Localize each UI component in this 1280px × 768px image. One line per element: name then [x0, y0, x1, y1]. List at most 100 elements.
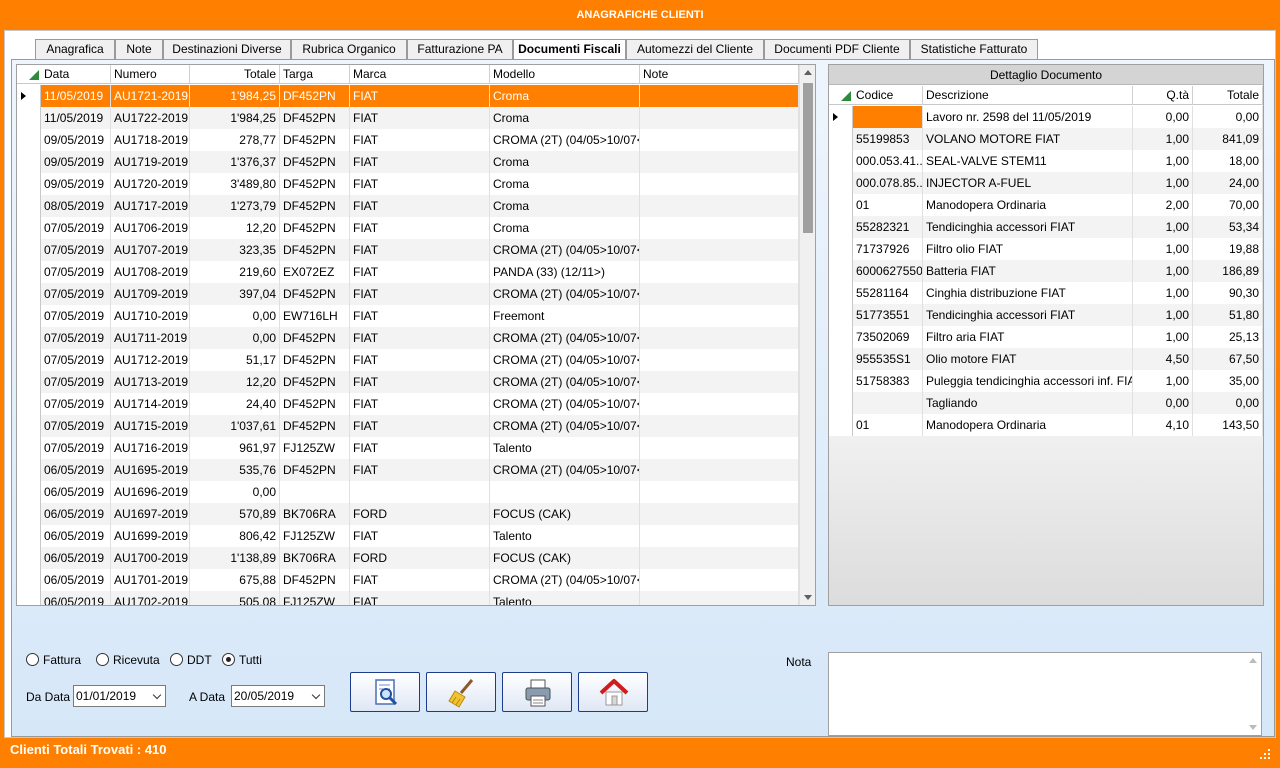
row-header[interactable] — [829, 348, 853, 370]
tab-documenti-fiscali[interactable]: Documenti Fiscali — [513, 39, 626, 60]
row-header[interactable] — [17, 547, 41, 569]
row-header[interactable] — [17, 283, 41, 305]
from-date-picker[interactable]: 01/01/2019 — [73, 685, 166, 707]
table-row[interactable]: 11/05/2019 AU1721-2019 1'984,25 DF452PN FIAT… — [17, 85, 799, 107]
row-header[interactable] — [17, 349, 41, 371]
tab-anagrafica[interactable]: Anagrafica — [35, 39, 115, 59]
row-header[interactable] — [829, 304, 853, 326]
table-row[interactable]: 09/05/2019 AU1720-2019 3'489,80 DF452PN FIAT… — [17, 173, 799, 195]
row-header[interactable] — [17, 371, 41, 393]
row-header[interactable] — [829, 282, 853, 304]
scroll-up-icon[interactable] — [1249, 658, 1257, 663]
table-row[interactable]: 07/05/2019 AU1709-2019 397,04 DF452PN FIAT CR… — [17, 283, 799, 305]
table-row[interactable]: 07/05/2019 AU1707-2019 323,35 DF452PN FIAT CR… — [17, 239, 799, 261]
table-row[interactable]: 06/05/2019 AU1701-2019 675,88 DF452PN FIAT CR… — [17, 569, 799, 591]
table-row[interactable]: 08/05/2019 AU1717-2019 1'273,79 DF452PN FIAT… — [17, 195, 799, 217]
scroll-down-icon[interactable] — [1249, 725, 1257, 730]
table-row[interactable]: 07/05/2019 AU1708-2019 219,60 EX072EZ FIAT PA… — [17, 261, 799, 283]
row-header[interactable] — [17, 327, 41, 349]
table-row[interactable]: 07/05/2019 AU1712-2019 51,17 DF452PN FIAT CRO… — [17, 349, 799, 371]
detail-grid[interactable]: Dettaglio Documento Codice Descrizione Q.t… — [828, 64, 1264, 606]
row-header[interactable] — [17, 85, 41, 107]
row-header[interactable] — [829, 106, 853, 128]
row-header[interactable] — [17, 239, 41, 261]
detail-row[interactable]: 6000627550 Batteria FIAT 1,00 186,89 — [829, 260, 1263, 282]
table-row[interactable]: 06/05/2019 AU1695-2019 535,76 DF452PN FIAT CR… — [17, 459, 799, 481]
clear-button[interactable] — [426, 672, 496, 712]
table-row[interactable]: 07/05/2019 AU1710-2019 0,00 EW716LH FIAT Free… — [17, 305, 799, 327]
table-row[interactable]: 09/05/2019 AU1719-2019 1'376,37 DF452PN FIAT… — [17, 151, 799, 173]
row-header[interactable] — [17, 459, 41, 481]
detail-column-header-1[interactable]: Codice — [853, 86, 923, 105]
detail-row[interactable]: 55282321 Tendicinghia accessori FIAT 1,00 5… — [829, 216, 1263, 238]
detail-row[interactable]: Tagliando 0,00 0,00 — [829, 392, 1263, 414]
radio-ricevuta[interactable]: Ricevuta — [96, 652, 160, 668]
row-header[interactable] — [829, 128, 853, 150]
radio-ddt[interactable]: DDT — [170, 652, 212, 668]
row-header[interactable] — [17, 305, 41, 327]
detail-row[interactable]: 01 Manodopera Ordinaria 2,00 70,00 — [829, 194, 1263, 216]
row-header[interactable] — [829, 260, 853, 282]
scroll-thumb[interactable] — [803, 83, 813, 233]
home-button[interactable] — [578, 672, 648, 712]
table-row[interactable]: 07/05/2019 AU1711-2019 0,00 DF452PN FIAT CROM… — [17, 327, 799, 349]
row-header[interactable] — [17, 591, 41, 605]
table-row[interactable]: 06/05/2019 AU1700-2019 1'138,89 BK706RA FORD… — [17, 547, 799, 569]
table-row[interactable]: 09/05/2019 AU1718-2019 278,77 DF452PN FIAT CR… — [17, 129, 799, 151]
detail-row[interactable]: Lavoro nr. 2598 del 11/05/2019 0,00 0,00 — [829, 106, 1263, 128]
row-header[interactable] — [829, 414, 853, 436]
radio-fattura[interactable]: Fattura — [26, 652, 81, 668]
row-header[interactable] — [829, 172, 853, 194]
tab-destinazioni-diverse[interactable]: Destinazioni Diverse — [163, 39, 291, 59]
nota-textarea[interactable] — [828, 652, 1262, 736]
column-header-marca[interactable]: Marca — [350, 65, 490, 84]
row-header[interactable] — [17, 525, 41, 547]
row-header[interactable] — [829, 194, 853, 216]
radio-tutti[interactable]: Tutti — [222, 652, 262, 668]
table-row[interactable]: 06/05/2019 AU1697-2019 570,89 BK706RA FORD FO… — [17, 503, 799, 525]
row-header[interactable] — [17, 569, 41, 591]
detail-row[interactable]: 01 Manodopera Ordinaria 4,10 143,50 — [829, 414, 1263, 436]
table-row[interactable]: 06/05/2019 AU1702-2019 505,08 FJ125ZW FIAT Ta… — [17, 591, 799, 605]
row-header[interactable] — [829, 392, 853, 414]
table-row[interactable]: 11/05/2019 AU1722-2019 1'984,25 DF452PN FIAT… — [17, 107, 799, 129]
row-header[interactable] — [17, 415, 41, 437]
column-header-numero[interactable]: Numero — [111, 65, 190, 84]
tab-note[interactable]: Note — [115, 39, 163, 59]
scroll-up-icon[interactable] — [804, 70, 812, 75]
radio-button-icon[interactable] — [170, 653, 183, 666]
table-row[interactable]: 06/05/2019 AU1696-2019 0,00 — [17, 481, 799, 503]
chevron-down-icon[interactable] — [152, 690, 162, 700]
detail-row[interactable]: 51773551 Tendicinghia accessori FIAT 1,00 5… — [829, 304, 1263, 326]
detail-row[interactable]: 71737926 Filtro olio FIAT 1,00 19,88 — [829, 238, 1263, 260]
search-button[interactable] — [350, 672, 420, 712]
row-header[interactable] — [17, 129, 41, 151]
detail-row[interactable]: 73502069 Filtro aria FIAT 1,00 25,13 — [829, 326, 1263, 348]
row-header[interactable] — [17, 107, 41, 129]
to-date-picker[interactable]: 20/05/2019 — [231, 685, 325, 707]
row-header[interactable] — [17, 173, 41, 195]
nota-scrollbar[interactable] — [1245, 653, 1261, 735]
table-row[interactable]: 07/05/2019 AU1706-2019 12,20 DF452PN FIAT Cro… — [17, 217, 799, 239]
table-row[interactable]: 07/05/2019 AU1715-2019 1'037,61 DF452PN FIAT… — [17, 415, 799, 437]
column-header-modello[interactable]: Modello — [490, 65, 640, 84]
tab-statistiche-fatturato[interactable]: Statistiche Fatturato — [910, 39, 1038, 59]
row-header[interactable] — [17, 261, 41, 283]
row-header[interactable] — [829, 370, 853, 392]
detail-row[interactable]: 51758383 Puleggia tendicinghia accessori … — [829, 370, 1263, 392]
radio-button-icon[interactable] — [26, 653, 39, 666]
documents-grid[interactable]: Data Numero Totale Targa Marca Modello Note 11… — [16, 64, 816, 606]
detail-row[interactable]: 55199853 VOLANO MOTORE FIAT 1,00 841,09 — [829, 128, 1263, 150]
row-header[interactable] — [17, 195, 41, 217]
detail-column-header-3[interactable]: Q.tà — [1133, 86, 1193, 105]
print-button[interactable] — [502, 672, 572, 712]
resize-grip-icon[interactable] — [1260, 749, 1270, 759]
row-header[interactable] — [829, 326, 853, 348]
column-header-totale[interactable]: Totale — [190, 65, 280, 84]
row-header[interactable] — [829, 216, 853, 238]
detail-row[interactable]: 000.053.41.... SEAL-VALVE STEM11 1,00 18,00 — [829, 150, 1263, 172]
table-row[interactable]: 07/05/2019 AU1714-2019 24,40 DF452PN FIAT CRO… — [17, 393, 799, 415]
detail-column-header-4[interactable]: Totale — [1193, 86, 1263, 105]
table-row[interactable]: 07/05/2019 AU1716-2019 961,97 FJ125ZW FIAT Ta… — [17, 437, 799, 459]
tab-automezzi-del-cliente[interactable]: Automezzi del Cliente — [626, 39, 764, 59]
